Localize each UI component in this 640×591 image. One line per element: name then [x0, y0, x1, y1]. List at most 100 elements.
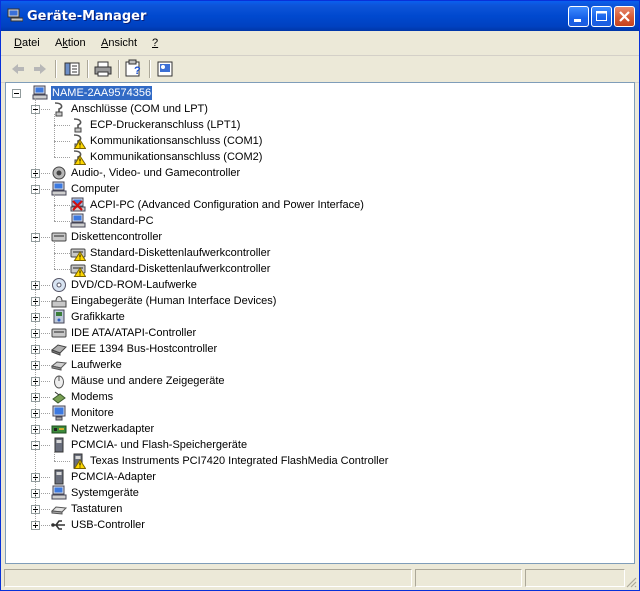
usb-icon [51, 520, 65, 530]
tree-node-label: Standard-Diskettenlaufwerkcontroller [90, 263, 271, 275]
tree-category[interactable]: Grafikkarte [51, 309, 126, 325]
device-manager-icon [7, 8, 23, 22]
tree-node-label: PCMCIA- und Flash-Speichergeräte [71, 439, 248, 451]
window-title: Geräte-Manager [27, 9, 147, 24]
device-tree[interactable]: NAME-2AA9574356 Anschlüsse (COM und LPT) E… [5, 82, 635, 564]
keyboard-icon [51, 506, 67, 515]
hid-icon [51, 296, 67, 308]
tree-connector [54, 221, 70, 222]
tree-device[interactable]: Standard-PC [70, 213, 155, 229]
tree-category[interactable]: DVD/CD-ROM-Laufwerke [51, 277, 198, 293]
svg-text:?: ? [134, 65, 141, 77]
tree-node-label: Audio-, Video- und Gamecontroller [71, 167, 241, 179]
menu-aktion[interactable]: Aktion [55, 37, 86, 49]
tree-root-computer[interactable]: NAME-2AA9574356 [32, 85, 154, 101]
tree-category[interactable]: USB-Controller [51, 517, 146, 533]
menu-help[interactable]: ? [152, 37, 158, 49]
tree-device[interactable]: Standard-Diskettenlaufwerkcontroller [70, 245, 271, 261]
tree-category[interactable]: Diskettencontroller [51, 229, 163, 245]
close-button[interactable] [614, 6, 635, 27]
minimize-button[interactable] [568, 6, 589, 27]
tree-node-label: IEEE 1394 Bus-Hostcontroller [71, 343, 218, 355]
tree-device[interactable]: ECP-Druckeranschluss (LPT1) [70, 117, 241, 133]
tree-connector [41, 173, 50, 174]
toolbar-separator [149, 60, 151, 78]
title-bar[interactable]: Geräte-Manager [1, 1, 639, 31]
tree-category[interactable]: Eingabegeräte (Human Interface Devices) [51, 293, 277, 309]
tree-connector [54, 461, 70, 462]
menu-bar: Datei Aktion Ansicht ? [1, 31, 639, 56]
forward-arrow-icon[interactable] [29, 59, 51, 79]
printer-icon[interactable] [92, 59, 114, 79]
tree-node-label: Diskettencontroller [71, 231, 163, 243]
tree-category[interactable]: Mäuse und andere Zeigegeräte [51, 373, 226, 389]
tree-connector [41, 317, 50, 318]
tree-node-label: NAME-2AA9574356 [49, 85, 154, 101]
status-bar [1, 566, 639, 590]
tree-device[interactable]: Texas Instruments PCI7420 Integrated Fla… [70, 453, 389, 469]
tree-node-label: Grafikkarte [71, 311, 125, 323]
computer-disabled-icon [70, 197, 86, 212]
tree-connector [54, 157, 70, 158]
port-icon [73, 150, 86, 165]
tree-node-label: Texas Instruments PCI7420 Integrated Fla… [90, 455, 389, 467]
tree-connector [54, 253, 70, 254]
back-arrow-icon[interactable] [7, 59, 29, 79]
tree-category[interactable]: Systemgeräte [51, 485, 140, 501]
tree-node-label: Systemgeräte [71, 487, 139, 499]
tree-node-label: USB-Controller [71, 519, 145, 531]
tree-connector [41, 237, 50, 238]
pcmcia-icon [54, 469, 64, 485]
tree-category[interactable]: IDE ATA/ATAPI-Controller [51, 325, 197, 341]
tree-node-label: IDE ATA/ATAPI-Controller [71, 327, 197, 339]
tree-category[interactable]: Monitore [51, 405, 115, 421]
tree-connector [41, 109, 50, 110]
maximize-icon [596, 11, 607, 21]
tree-connector [41, 381, 50, 382]
tree-category[interactable]: Netzwerkadapter [51, 421, 155, 437]
status-pane-tertiary [525, 569, 625, 587]
tree-category[interactable]: Computer [51, 181, 120, 197]
disk-drive-icon [51, 361, 67, 371]
minimize-icon [574, 19, 581, 22]
tree-node-label: Tastaturen [71, 503, 123, 515]
collapse-toggle-icon[interactable] [12, 89, 21, 98]
tree-node-label: DVD/CD-ROM-Laufwerke [71, 279, 197, 291]
tree-connector [41, 301, 50, 302]
tree-category[interactable]: Laufwerke [51, 357, 123, 373]
tree-connector [41, 349, 50, 350]
tree-node-label: Mäuse und andere Zeigegeräte [71, 375, 225, 387]
tree-device[interactable]: Kommunikationsanschluss (COM1) [70, 133, 263, 149]
tree-device[interactable]: Standard-Diskettenlaufwerkcontroller [70, 261, 271, 277]
tree-category[interactable]: Audio-, Video- und Gamecontroller [51, 165, 241, 181]
tree-category[interactable]: Anschlüsse (COM und LPT) [51, 101, 209, 117]
tree-device[interactable]: ACPI-PC (Advanced Configuration and Powe… [70, 197, 365, 213]
tree-category[interactable]: Modems [51, 389, 114, 405]
tree-node-label: Anschlüsse (COM und LPT) [71, 103, 208, 115]
tree-device[interactable]: Kommunikationsanschluss (COM2) [70, 149, 263, 165]
resize-grip-icon[interactable] [625, 576, 637, 588]
tree-connector [54, 125, 70, 126]
properties-icon[interactable] [154, 59, 176, 79]
tree-category[interactable]: PCMCIA- und Flash-Speichergeräte [51, 437, 248, 453]
tree-category[interactable]: Tastaturen [51, 501, 123, 517]
cdrom-icon [52, 278, 66, 292]
show-hide-console-tree-icon[interactable] [61, 59, 83, 79]
controller-icon [70, 264, 86, 277]
tree-category[interactable]: IEEE 1394 Bus-Hostcontroller [51, 341, 218, 357]
mouse-icon [54, 375, 64, 389]
menu-ansicht[interactable]: Ansicht [101, 37, 137, 49]
maximize-button[interactable] [591, 6, 612, 27]
tree-connector [54, 114, 55, 157]
toolbar-separator [118, 60, 120, 78]
tree-node-label: Kommunikationsanschluss (COM2) [90, 151, 263, 163]
tree-connector [41, 189, 50, 190]
tree-category[interactable]: PCMCIA-Adapter [51, 469, 157, 485]
device-manager-window: Geräte-Manager Datei Aktion Ansicht ? ? … [0, 0, 640, 591]
help-icon[interactable]: ? [123, 59, 145, 79]
port-icon [73, 118, 82, 133]
menu-datei[interactable]: Datei [14, 37, 40, 49]
controller-icon [70, 248, 86, 261]
status-pane-secondary [415, 569, 522, 587]
tree-connector [54, 450, 55, 461]
